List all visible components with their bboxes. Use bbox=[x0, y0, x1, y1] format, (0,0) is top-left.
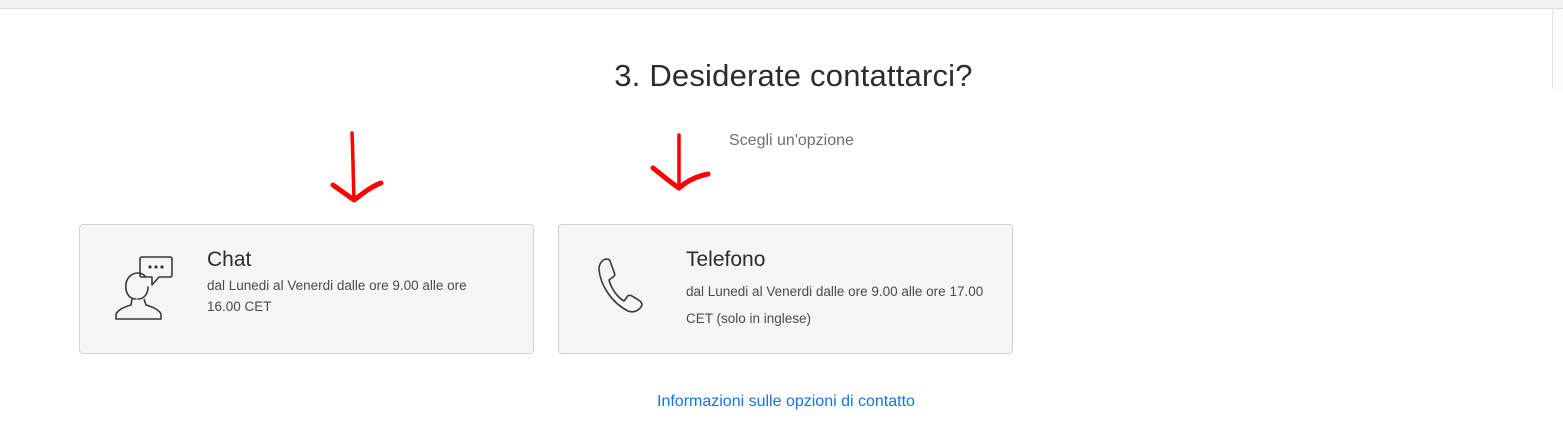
phone-option-hours: dal Lunedi al Venerdi dalle ore 9.00 all… bbox=[686, 284, 984, 326]
phone-option-title: Telefono bbox=[686, 248, 766, 271]
chat-option-title: Chat bbox=[207, 248, 252, 271]
contact-options-info-link[interactable]: Informazioni sulle opzioni di contatto bbox=[657, 393, 915, 411]
section-subtitle: Scegli un'opzione bbox=[729, 132, 854, 149]
browser-top-strip bbox=[0, 0, 1563, 9]
chat-person-icon bbox=[115, 256, 173, 320]
chat-option-hours: dal Lunedi al Venerdi dalle ore 9.00 all… bbox=[207, 278, 467, 314]
contact-options-page: 3. Desiderate contattarci? Scegli un'opz… bbox=[0, 0, 1563, 439]
chat-option-card[interactable]: Chat dal Lunedi al Venerdi dalle ore 9.0… bbox=[79, 224, 534, 354]
section-title: 3. Desiderate contattarci? bbox=[614, 58, 973, 93]
annotation-arrow-phone-icon bbox=[650, 133, 711, 191]
phone-icon bbox=[598, 258, 643, 313]
annotation-arrow-chat-icon bbox=[330, 131, 384, 203]
phone-option-card[interactable]: Telefono dal Lunedi al Venerdi dalle ore… bbox=[558, 224, 1013, 354]
